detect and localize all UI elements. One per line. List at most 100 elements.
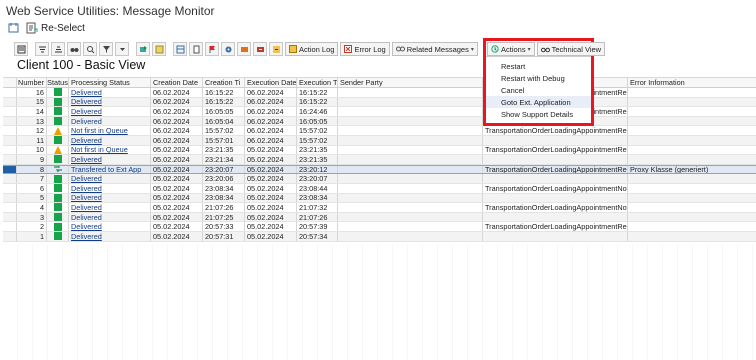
processing-status-link[interactable]: Not first in Queue	[71, 126, 128, 135]
archive-icon[interactable]	[253, 42, 267, 56]
processing-status-link[interactable]: Delivered	[71, 184, 102, 193]
row-selector[interactable]	[3, 183, 17, 193]
row-selector[interactable]	[3, 116, 17, 126]
folder-icon[interactable]	[237, 42, 251, 56]
col-creation-date[interactable]: Creation Date	[151, 78, 203, 87]
find-icon[interactable]	[67, 42, 81, 56]
error-log-button[interactable]: Error Log	[340, 42, 390, 56]
row-selector[interactable]	[3, 212, 17, 222]
table-row[interactable]: 13 Delivered 06.02.2024 16:05:04 06.02.2024 1…	[3, 116, 756, 127]
table-row[interactable]: 15 Delivered 06.02.2024 16:15:22 06.02.2024 1…	[3, 97, 756, 108]
menu-item-restart[interactable]: Restart	[486, 60, 591, 72]
processing-status-link[interactable]: Delivered	[71, 117, 102, 126]
export-icon[interactable]	[136, 42, 150, 56]
processing-status-link[interactable]: Delivered	[71, 203, 102, 212]
table-row[interactable]: 5 Delivered 05.02.2024 23:08:34 05.02.2024 23…	[3, 193, 756, 204]
cell-error-information: Proxy Klasse (generiert)	[630, 165, 709, 174]
history-icon[interactable]	[8, 22, 20, 34]
processing-status-link[interactable]: Transfered to Ext App	[71, 166, 141, 174]
filter-dropdown-icon[interactable]	[115, 42, 129, 56]
row-selector[interactable]	[3, 135, 17, 145]
action-log-button[interactable]: Action Log	[285, 42, 339, 56]
table-row[interactable]: 12 Not first in Queue 06.02.2024 15:57:02 06…	[3, 126, 756, 136]
cell-execution-date: 05.02.2024	[245, 193, 297, 203]
cell-sender-party	[338, 135, 483, 145]
cell-sender-party	[338, 107, 483, 116]
table-row[interactable]: 6 Delivered 05.02.2024 23:08:34 05.02.2024 23…	[3, 183, 756, 194]
actions-button[interactable]: Actions ▾	[487, 42, 535, 56]
table-row[interactable]: 16 Delivered 06.02.2024 16:15:22 06.02.2024 1…	[3, 88, 756, 98]
related-messages-button[interactable]: Related Messages ▾	[391, 42, 478, 56]
cell-sender-party	[338, 88, 483, 97]
page-title: Client 100 - Basic View	[17, 58, 146, 72]
row-selector[interactable]	[3, 222, 17, 231]
table-row[interactable]: 14 Delivered 06.02.2024 16:05:05 06.02.2024 1…	[3, 107, 756, 117]
sort-descending-icon[interactable]	[51, 42, 65, 56]
table-row[interactable]: 4 Delivered 05.02.2024 21:07:26 05.02.2024 21…	[3, 203, 756, 213]
menu-item-goto-ext-application[interactable]: Goto Ext. Application	[486, 96, 591, 108]
document-icon[interactable]	[189, 42, 203, 56]
table-row[interactable]: 11 Delivered 06.02.2024 15:57:01 06.02.2024 1…	[3, 135, 756, 146]
menu-item-show-support-details[interactable]: Show Support Details	[486, 108, 591, 120]
processing-status-link[interactable]: Delivered	[71, 88, 102, 97]
processing-status-link[interactable]: Delivered	[71, 107, 102, 116]
processing-status-link[interactable]: Not first in Queue	[71, 146, 128, 155]
table-row[interactable]: 3 Delivered 05.02.2024 21:07:25 05.02.2024 21…	[3, 212, 756, 223]
table-row[interactable]: 8 Transfered to Ext App 05.02.2024 23:20:07…	[3, 164, 756, 175]
reselect-button[interactable]: Re-Select	[26, 22, 85, 34]
cell-execution-date: 05.02.2024	[245, 231, 297, 241]
col-sender-party[interactable]: Sender Party	[338, 78, 483, 87]
processing-status-link[interactable]: Delivered	[71, 155, 102, 164]
technical-view-button[interactable]: Technical View	[536, 42, 606, 56]
table-row[interactable]: 7 Delivered 05.02.2024 23:20:06 05.02.2024 23…	[3, 174, 756, 184]
row-selector[interactable]	[3, 107, 17, 116]
col-status[interactable]: Status	[47, 78, 69, 87]
cell-execution-date: 06.02.2024	[245, 116, 297, 126]
row-selector[interactable]	[3, 203, 17, 212]
row-selector[interactable]	[3, 165, 17, 174]
table-row[interactable]: 10 Not first in Queue 05.02.2024 23:21:35 05…	[3, 145, 756, 156]
table-row[interactable]: 1 Delivered 05.02.2024 20:57:31 05.02.2024 20…	[3, 231, 756, 242]
row-selector[interactable]	[3, 193, 17, 203]
col-error-information[interactable]: Error Information	[628, 78, 756, 87]
sort-ascending-icon[interactable]	[35, 42, 49, 56]
export-dropdown-icon[interactable]	[152, 42, 166, 56]
filter-icon[interactable]	[99, 42, 113, 56]
menu-item-cancel[interactable]: Cancel	[486, 84, 591, 96]
layout-icon[interactable]	[173, 42, 187, 56]
refresh-icon[interactable]	[269, 42, 283, 56]
select-all-cell[interactable]	[3, 78, 17, 87]
col-processing-status[interactable]: Processing Status	[69, 78, 151, 87]
row-selector[interactable]	[3, 231, 17, 241]
cell-number: 12	[17, 126, 47, 135]
flag-icon[interactable]	[205, 42, 219, 56]
cell-number: 6	[17, 183, 47, 193]
processing-status-link[interactable]: Delivered	[71, 213, 102, 222]
cell-sender-party	[338, 222, 483, 231]
row-selector[interactable]	[3, 174, 17, 183]
cell-error-information	[628, 203, 756, 212]
menu-item-restart-debug[interactable]: Restart with Debug	[486, 72, 591, 84]
processing-status-link[interactable]: Delivered	[71, 136, 102, 145]
row-selector[interactable]	[3, 97, 17, 107]
processing-status-link[interactable]: Delivered	[71, 232, 102, 241]
row-selector[interactable]	[3, 145, 17, 155]
processing-status-link[interactable]: Delivered	[71, 194, 102, 203]
col-execution-date[interactable]: Execution Date	[245, 78, 297, 87]
table-row[interactable]: 2 Delivered 05.02.2024 20:57:33 05.02.2024 20…	[3, 222, 756, 232]
details-icon[interactable]	[14, 42, 28, 56]
row-selector[interactable]	[3, 126, 17, 135]
col-creation-time[interactable]: Creation Ti	[203, 78, 245, 87]
processing-status-link[interactable]: Delivered	[71, 174, 102, 183]
cell-execution-time: 21:07:32	[297, 203, 338, 212]
cell-execution-time: 20:57:39	[297, 222, 338, 231]
row-selector[interactable]	[3, 155, 17, 164]
processing-status-link[interactable]: Delivered	[71, 222, 102, 231]
col-execution-time[interactable]: Execution Ti	[297, 78, 338, 87]
table-row[interactable]: 9 Delivered 05.02.2024 23:21:34 05.02.2024 23…	[3, 155, 756, 165]
processing-status-link[interactable]: Delivered	[71, 98, 102, 107]
col-number[interactable]: Number	[17, 78, 47, 87]
find-next-icon[interactable]	[83, 42, 97, 56]
row-selector[interactable]	[3, 88, 17, 97]
settings-icon[interactable]	[221, 42, 235, 56]
